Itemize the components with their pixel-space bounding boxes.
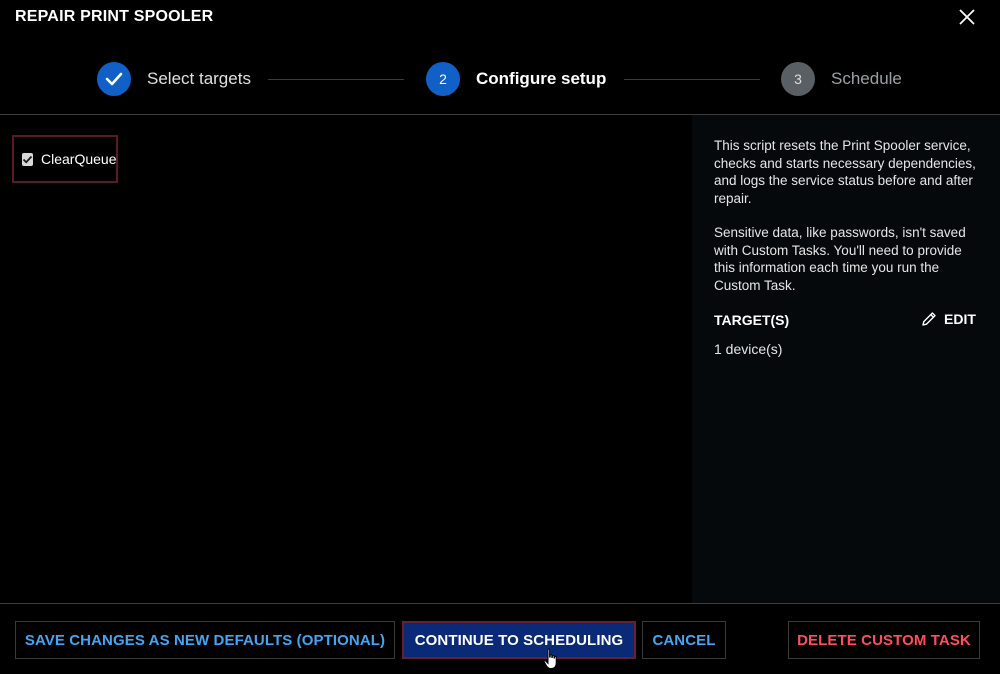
checkbox-label: ClearQueue [41,151,117,167]
step-label: Schedule [831,69,902,88]
step-connector [268,79,404,80]
pencil-icon [922,312,936,326]
step-configure-setup[interactable]: 2 Configure setup [426,62,606,96]
check-icon [97,62,131,96]
script-description: This script resets the Print Spooler ser… [714,137,984,294]
continue-to-scheduling-button[interactable]: CONTINUE TO SCHEDULING [402,621,636,659]
step-number: 3 [781,62,815,96]
step-number: 2 [426,62,460,96]
footer-divider [0,603,1000,604]
targets-count: 1 device(s) [714,341,783,357]
step-label: Configure setup [476,69,607,88]
clear-queue-checkbox[interactable]: ClearQueue [12,135,118,183]
step-label: Select targets [147,69,251,88]
cancel-button[interactable]: CANCEL [642,621,726,659]
stepper: Select targets 2 Configure setup 3 Sched… [0,62,1000,98]
step-connector [624,79,760,80]
step-select-targets[interactable]: Select targets [97,62,251,96]
options-panel [0,115,692,603]
checkbox-checked-icon [22,152,33,166]
save-defaults-button[interactable]: SAVE CHANGES AS NEW DEFAULTS (OPTIONAL) [15,621,395,659]
description-text: This script resets the Print Spooler ser… [714,138,976,206]
delete-custom-task-button[interactable]: DELETE CUSTOM TASK [788,621,980,659]
targets-heading: TARGET(S) [714,312,790,328]
edit-label: EDIT [944,311,976,327]
dialog-title: REPAIR PRINT SPOOLER [15,8,214,25]
step-schedule[interactable]: 3 Schedule [781,62,902,96]
sensitive-data-note: Sensitive data, like passwords, isn't sa… [714,225,966,293]
edit-targets-button[interactable]: EDIT [920,310,976,328]
close-icon[interactable] [956,6,978,28]
hand-cursor-icon [543,648,557,669]
